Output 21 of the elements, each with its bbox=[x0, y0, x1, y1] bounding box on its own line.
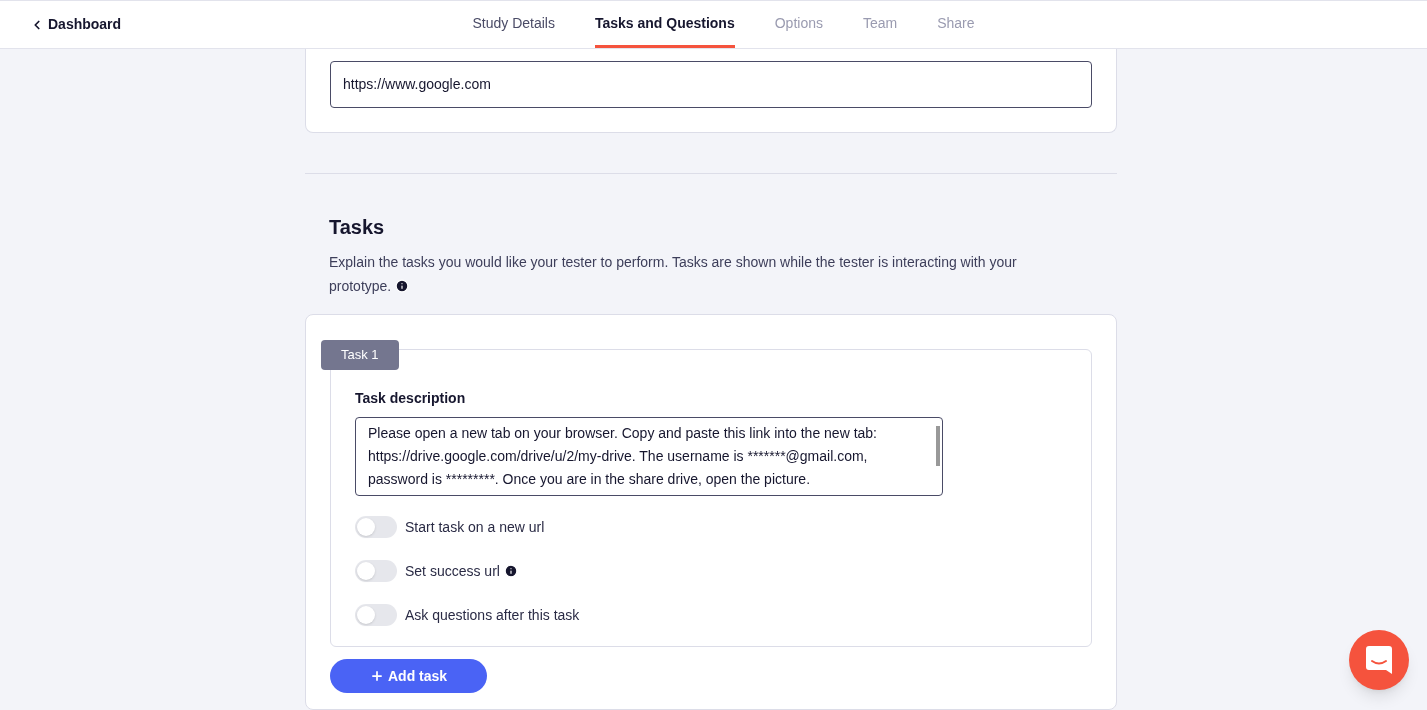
scrollbar-thumb[interactable] bbox=[936, 426, 940, 466]
toggle-switch[interactable] bbox=[355, 604, 397, 626]
toggle-label: Start task on a new url bbox=[405, 517, 545, 537]
url-field[interactable]: https://www.google.com bbox=[330, 61, 1092, 108]
toggle-switch[interactable] bbox=[355, 560, 397, 582]
field-label: Task description bbox=[355, 389, 467, 408]
chat-icon bbox=[1366, 646, 1392, 674]
toggle-label: Ask questions after this task bbox=[405, 605, 580, 625]
toggle-label: Set success url bbox=[405, 560, 518, 582]
info-icon bbox=[395, 279, 410, 293]
nav-tab[interactable]: Study Details bbox=[472, 1, 555, 48]
section-description: Explain the tasks you would like your tester to perform. Tasks are shown while the tester is interacting with your prototype. bbox=[329, 253, 1018, 296]
description-textarea[interactable]: Please open a new tab on your browser. Copy and paste this link into the new tab: https://drive.google.com/drive/u/2/my-drive. The username is *******@gmail.com, password is *********. Once you are in the share drive, open the picture. bbox=[355, 417, 943, 496]
back-link[interactable]: Dashboard bbox=[30, 14, 122, 35]
add-task-button[interactable]: Add task bbox=[330, 659, 488, 693]
chat-button[interactable] bbox=[1349, 630, 1409, 690]
info-icon bbox=[503, 564, 518, 578]
plus-icon bbox=[370, 669, 384, 683]
toggle-switch[interactable] bbox=[355, 516, 397, 538]
task-label: Task 1 bbox=[321, 340, 399, 370]
section-title: Tasks bbox=[329, 215, 386, 240]
